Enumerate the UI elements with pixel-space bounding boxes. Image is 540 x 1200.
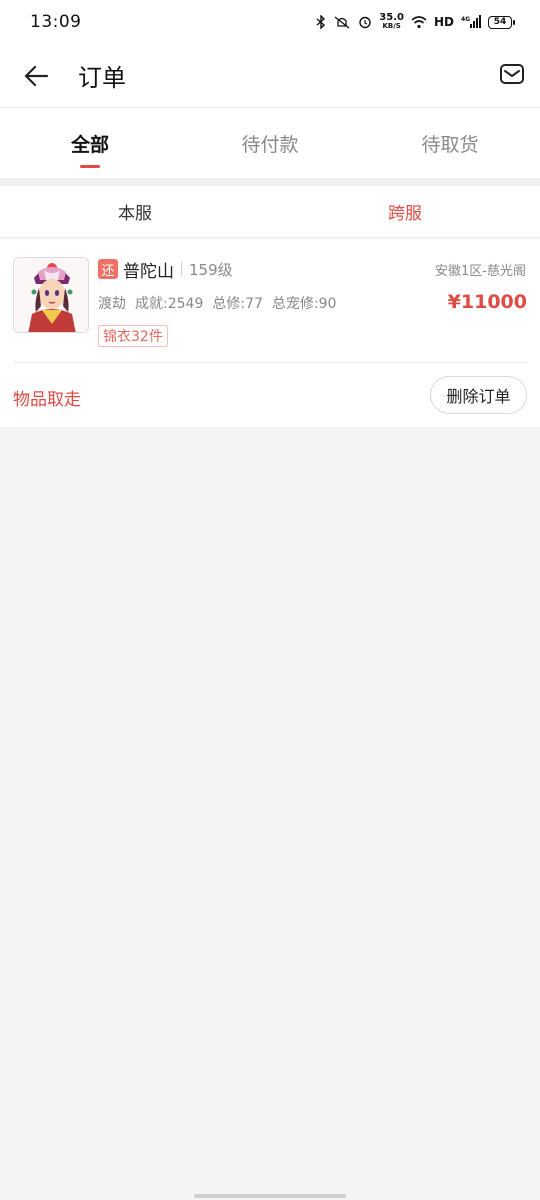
server-name: 普陀山: [123, 261, 174, 282]
order-card[interactable]: 还 普陀山 159级 安徽1区-慈光阁 渡劫 成就:2549 总修:77 总宠修…: [0, 239, 540, 427]
order-status-tabs: 全部 待付款 待取货: [0, 108, 540, 178]
server-tabs: 本服 跨服: [0, 186, 540, 238]
stat-item: 成就:2549: [135, 296, 204, 312]
message-button[interactable]: [496, 58, 528, 90]
character-thumbnail: [13, 257, 89, 333]
card-divider: [13, 362, 527, 363]
order-price: ¥11000: [447, 291, 527, 313]
alarm-icon: [358, 15, 372, 29]
active-tab-indicator: [80, 165, 100, 168]
battery-icon: 54: [488, 15, 515, 29]
wifi-icon: [411, 15, 427, 29]
status-time: 13:09: [30, 12, 82, 32]
stat-item: 渡劫: [98, 296, 126, 312]
order-status: 物品取走: [13, 390, 81, 410]
signal-icon: 4G: [461, 15, 481, 29]
tab-cross-server[interactable]: 跨服: [270, 186, 540, 237]
net-speed-unit: KB/S: [382, 22, 401, 30]
net-speed-value: 35.0: [379, 12, 404, 23]
order-title-row: 还 普陀山 159级: [98, 257, 233, 282]
status-icons: 35.0 KB/S HD 4G 54: [316, 13, 515, 31]
home-indicator[interactable]: [194, 1194, 346, 1198]
arrow-left-icon: [24, 65, 49, 87]
status-bar: 13:09 35.0 KB/S HD 4G 54: [0, 0, 540, 44]
stat-item: 总修:77: [212, 296, 263, 312]
mute-bell-icon: [333, 15, 351, 29]
section-gap: [0, 178, 540, 186]
bluetooth-icon: [316, 15, 326, 29]
hd-label: HD: [433, 15, 454, 29]
mail-icon: [500, 64, 524, 84]
character-stats: 渡劫 成就:2549 总修:77 总宠修:90: [98, 293, 336, 313]
delete-order-button[interactable]: 删除订单: [430, 376, 527, 414]
tab-pending-pickup-label: 待取货: [421, 133, 479, 156]
divider: [181, 262, 182, 276]
tab-pending-payment[interactable]: 待付款: [180, 108, 360, 178]
svg-text:4G: 4G: [461, 16, 470, 23]
tab-pending-pickup[interactable]: 待取货: [360, 108, 540, 178]
page-title: 订单: [78, 64, 126, 92]
net-speed: 35.0 KB/S: [379, 13, 404, 31]
tab-all[interactable]: 全部: [0, 108, 180, 178]
tab-all-label: 全部: [70, 133, 109, 156]
costume-tag: 锦衣32件: [98, 325, 168, 347]
return-badge: 还: [98, 259, 118, 279]
tab-pending-payment-label: 待付款: [241, 133, 299, 156]
server-region: 安徽1区-慈光阁: [435, 264, 526, 279]
nav-bar: 订单: [0, 44, 540, 108]
stat-item: 总宠修:90: [271, 296, 337, 312]
tab-local-server[interactable]: 本服: [0, 186, 270, 237]
back-button[interactable]: [20, 60, 52, 92]
character-level: 159级: [189, 260, 233, 279]
